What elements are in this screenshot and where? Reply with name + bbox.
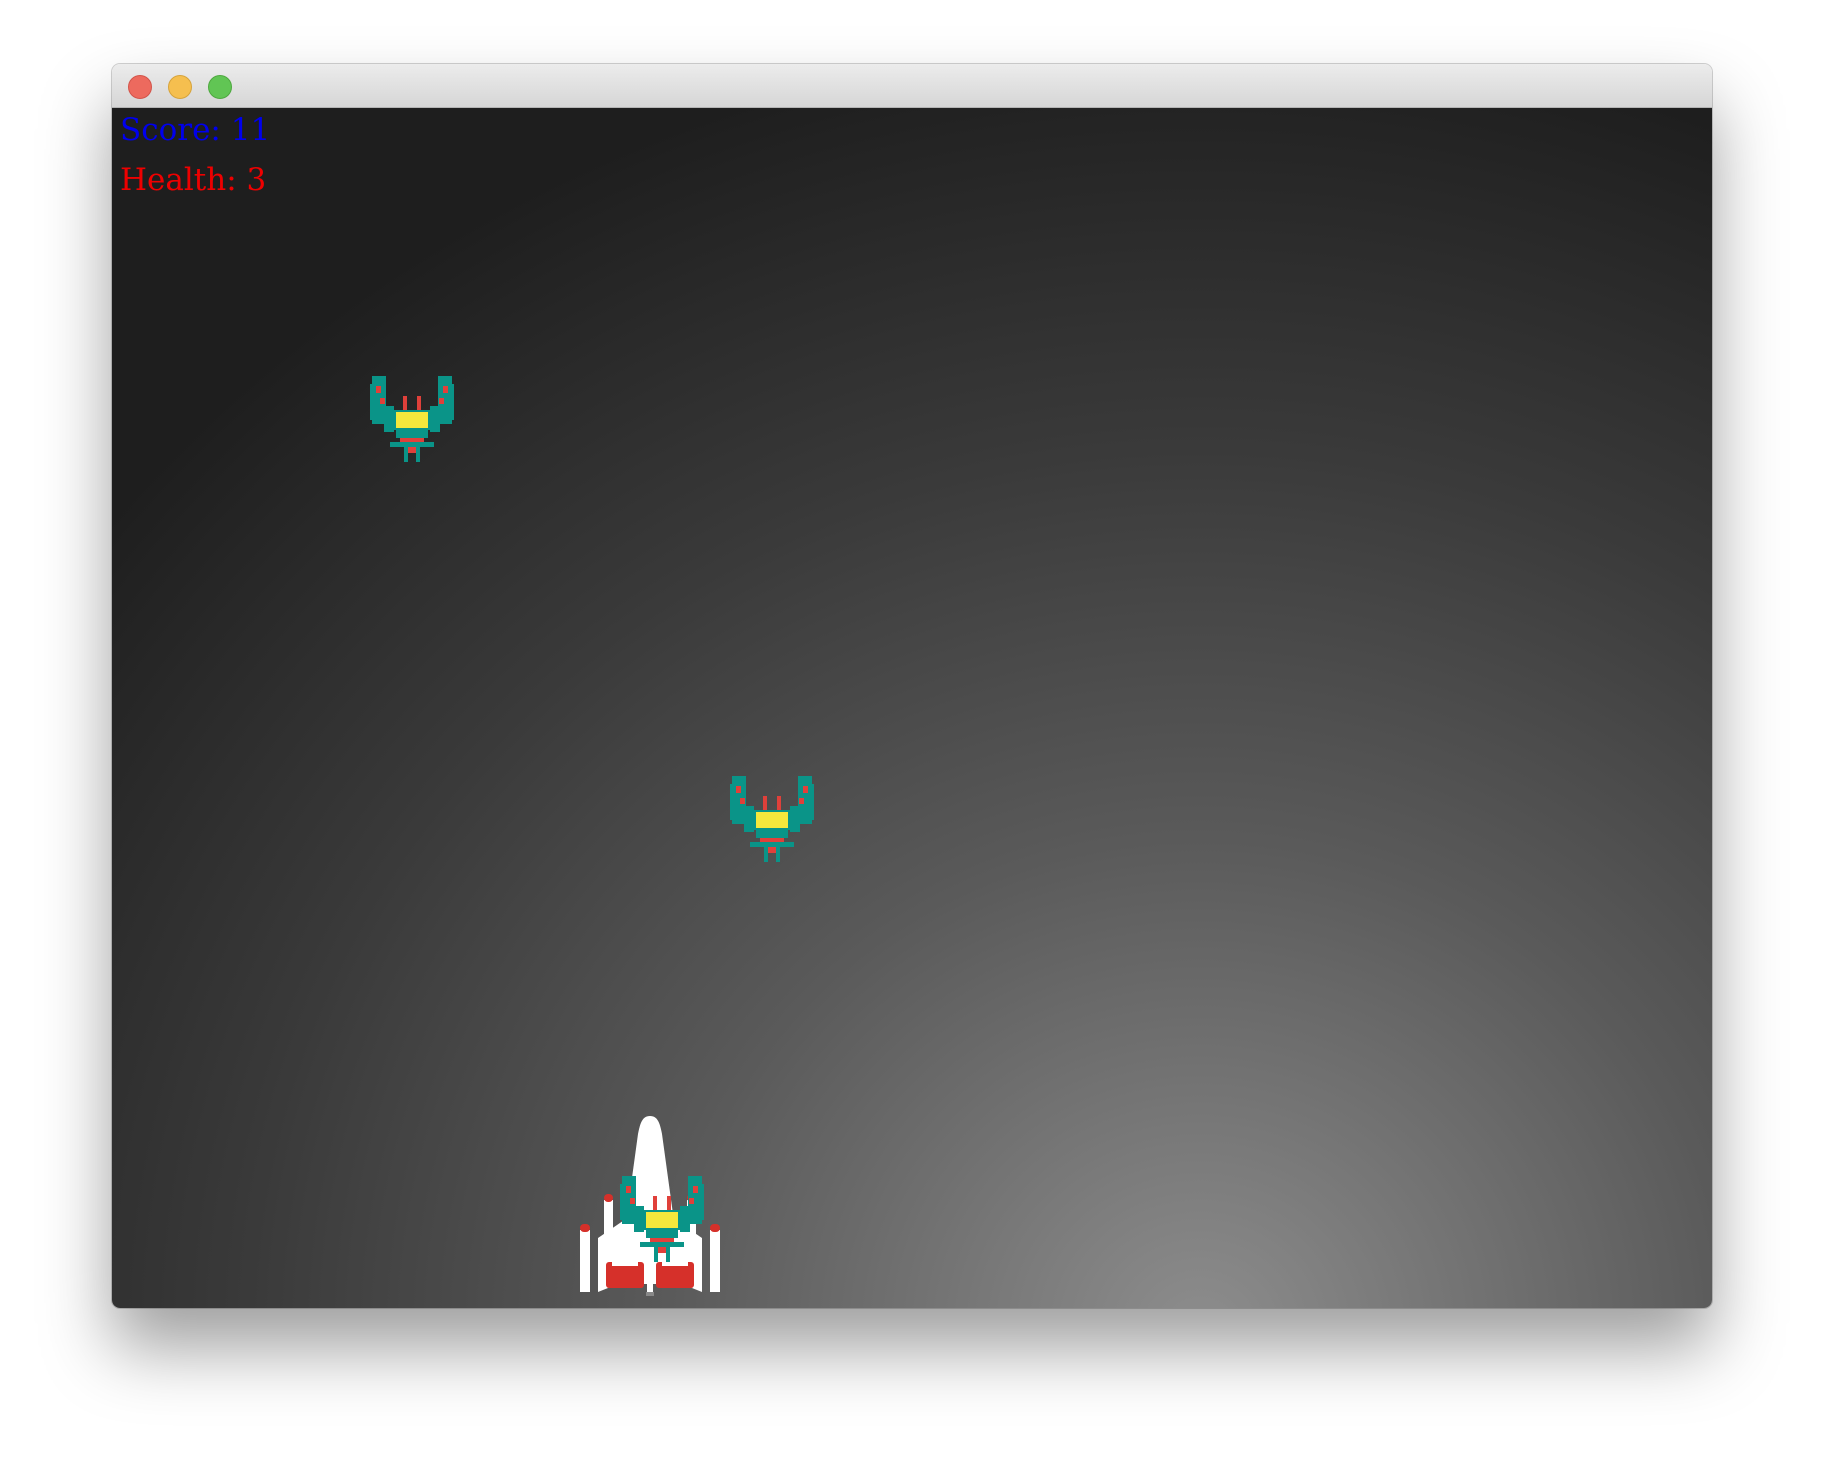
health-display: Health: 3 xyxy=(120,162,267,198)
close-window-button[interactable] xyxy=(128,75,152,99)
enemy-alien-icon xyxy=(730,776,814,864)
game-canvas[interactable]: Score: 11 Health: 3 xyxy=(112,108,1712,1308)
app-window: Score: 11 Health: 3 xyxy=(112,64,1712,1308)
minimize-window-button[interactable] xyxy=(168,75,192,99)
maximize-window-button[interactable] xyxy=(208,75,232,99)
window-titlebar xyxy=(112,64,1712,108)
enemy-alien-icon xyxy=(620,1176,704,1264)
score-display: Score: 11 xyxy=(120,112,271,148)
enemy-alien-icon xyxy=(370,376,454,464)
